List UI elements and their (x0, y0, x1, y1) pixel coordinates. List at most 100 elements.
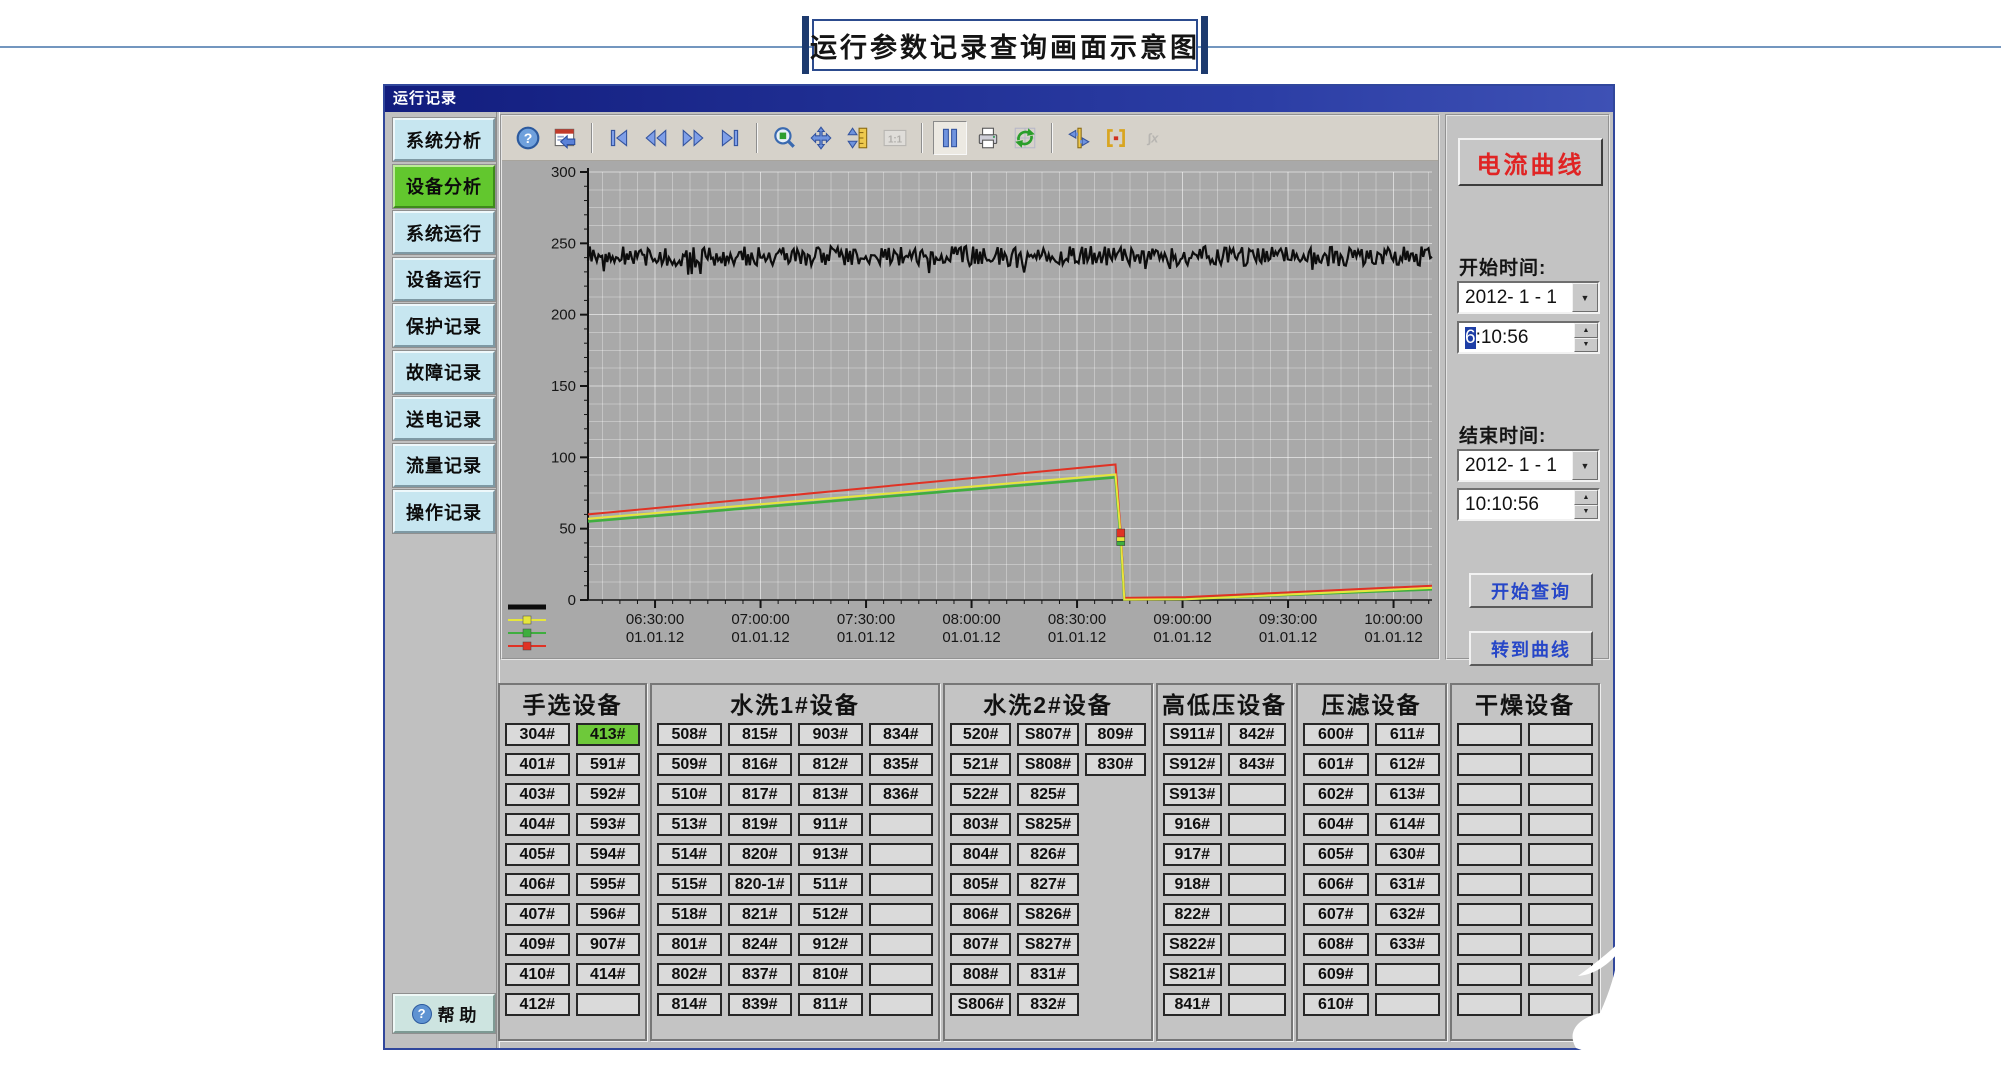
device-cell[interactable]: S821# (1163, 963, 1222, 986)
device-cell[interactable] (1457, 873, 1522, 896)
device-cell[interactable]: 820-1# (728, 873, 793, 896)
refresh-grid-icon[interactable] (1009, 122, 1041, 154)
range-icon[interactable] (1100, 122, 1132, 154)
device-cell[interactable]: 593# (576, 813, 641, 836)
device-cell[interactable] (1528, 963, 1593, 986)
device-cell[interactable] (1228, 813, 1287, 836)
device-cell[interactable]: 819# (728, 813, 793, 836)
device-cell[interactable] (1228, 783, 1287, 806)
device-cell[interactable]: 604# (1303, 813, 1369, 836)
device-cell[interactable]: 832# (1017, 993, 1078, 1016)
device-cell[interactable]: 410# (505, 963, 570, 986)
device-cell[interactable]: 611# (1375, 723, 1441, 746)
device-cell[interactable]: S806# (950, 993, 1011, 1016)
device-cell[interactable] (869, 933, 934, 956)
device-cell[interactable]: 633# (1375, 933, 1441, 956)
device-cell[interactable]: 513# (657, 813, 722, 836)
device-cell[interactable]: 913# (798, 843, 863, 866)
first-icon[interactable] (603, 122, 635, 154)
device-cell[interactable]: 601# (1303, 753, 1369, 776)
device-cell[interactable] (1528, 903, 1593, 926)
device-cell[interactable]: S825# (1017, 813, 1078, 836)
device-cell[interactable]: 514# (657, 843, 722, 866)
sidebar-item-4[interactable]: 设备运行 (393, 258, 495, 301)
device-cell[interactable] (869, 873, 934, 896)
device-cell[interactable]: 508# (657, 723, 722, 746)
device-cell[interactable]: 834# (869, 723, 934, 746)
export-panel-icon[interactable] (549, 122, 581, 154)
device-cell[interactable] (1457, 813, 1522, 836)
device-cell[interactable]: 409# (505, 933, 570, 956)
start-time-spinner[interactable]: 6:10:56 ▲ ▼ (1457, 321, 1600, 354)
device-cell[interactable] (1228, 993, 1287, 1016)
device-cell[interactable]: S827# (1017, 933, 1078, 956)
device-cell[interactable]: 810# (798, 963, 863, 986)
device-cell[interactable]: 916# (1163, 813, 1222, 836)
spin-down-icon[interactable]: ▼ (1574, 338, 1598, 353)
device-cell[interactable]: 406# (505, 873, 570, 896)
device-cell[interactable]: 609# (1303, 963, 1369, 986)
device-cell[interactable] (869, 993, 934, 1016)
pan-icon[interactable] (805, 122, 837, 154)
device-cell[interactable]: 917# (1163, 843, 1222, 866)
device-cell[interactable] (1528, 843, 1593, 866)
device-cell[interactable]: 811# (798, 993, 863, 1016)
device-cell[interactable]: S912# (1163, 753, 1222, 776)
sidebar-item-9[interactable]: 操作记录 (393, 490, 495, 533)
device-cell[interactable]: 907# (576, 933, 641, 956)
device-cell[interactable]: 608# (1303, 933, 1369, 956)
device-cell[interactable]: 836# (869, 783, 934, 806)
device-cell[interactable] (1228, 873, 1287, 896)
device-cell[interactable]: 802# (657, 963, 722, 986)
device-cell[interactable]: 812# (798, 753, 863, 776)
sidebar-item-8[interactable]: 流量记录 (393, 444, 495, 487)
device-cell[interactable]: 830# (1085, 753, 1146, 776)
device-cell[interactable]: 805# (950, 873, 1011, 896)
device-cell[interactable]: 412# (505, 993, 570, 1016)
device-cell[interactable] (1528, 813, 1593, 836)
sidebar-item-5[interactable]: 保护记录 (393, 304, 495, 347)
device-cell[interactable]: 841# (1163, 993, 1222, 1016)
current-chart[interactable]: 05010015020025030006:30:0001.01.1207:00:… (502, 160, 1438, 658)
device-cell[interactable]: 815# (728, 723, 793, 746)
device-cell[interactable]: 509# (657, 753, 722, 776)
end-date-select[interactable]: 2012- 1 - 1 ▼ (1457, 449, 1600, 482)
device-cell[interactable]: 813# (798, 783, 863, 806)
device-cell[interactable]: 594# (576, 843, 641, 866)
device-cell[interactable] (1457, 753, 1522, 776)
device-cell[interactable]: 808# (950, 963, 1011, 986)
device-cell[interactable]: 521# (950, 753, 1011, 776)
device-cell[interactable]: 600# (1303, 723, 1369, 746)
device-cell[interactable] (1228, 963, 1287, 986)
device-cell[interactable]: 806# (950, 903, 1011, 926)
device-cell[interactable]: 592# (576, 783, 641, 806)
device-cell[interactable]: 522# (950, 783, 1011, 806)
device-cell[interactable]: 821# (728, 903, 793, 926)
device-cell[interactable]: 912# (798, 933, 863, 956)
device-cell[interactable]: 595# (576, 873, 641, 896)
device-cell[interactable]: 512# (798, 903, 863, 926)
sidebar-item-7[interactable]: 送电记录 (393, 397, 495, 440)
device-cell[interactable]: 591# (576, 753, 641, 776)
device-cell[interactable]: 835# (869, 753, 934, 776)
device-cell[interactable]: 605# (1303, 843, 1369, 866)
device-cell[interactable]: 632# (1375, 903, 1441, 926)
device-cell[interactable]: 414# (576, 963, 641, 986)
sidebar-item-6[interactable]: 故障记录 (393, 351, 495, 394)
device-cell[interactable]: S911# (1163, 723, 1222, 746)
device-cell[interactable]: 837# (728, 963, 793, 986)
device-cell[interactable]: 803# (950, 813, 1011, 836)
start-date-select[interactable]: 2012- 1 - 1 ▼ (1457, 281, 1600, 314)
device-cell[interactable] (869, 843, 934, 866)
device-cell[interactable] (1457, 723, 1522, 746)
device-cell[interactable]: 510# (657, 783, 722, 806)
device-cell[interactable] (1375, 993, 1441, 1016)
device-cell[interactable] (1457, 963, 1522, 986)
device-cell[interactable] (1457, 903, 1522, 926)
device-cell[interactable]: 515# (657, 873, 722, 896)
last-icon[interactable] (714, 122, 746, 154)
device-cell[interactable] (869, 813, 934, 836)
device-cell[interactable]: 614# (1375, 813, 1441, 836)
spin-up-icon[interactable]: ▲ (1574, 490, 1598, 505)
device-cell[interactable]: 820# (728, 843, 793, 866)
